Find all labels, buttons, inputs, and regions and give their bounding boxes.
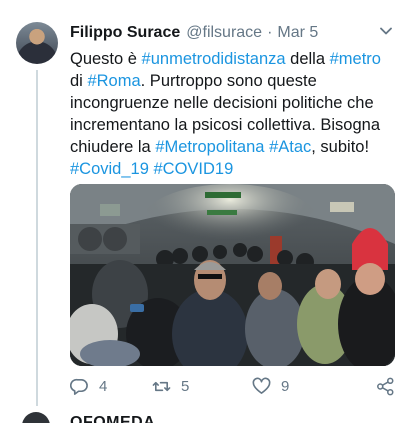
metro-photo	[70, 184, 395, 366]
chevron-down-icon[interactable]	[379, 24, 393, 38]
reply-button[interactable]: 4	[70, 377, 152, 396]
next-tweet-avatar[interactable]	[22, 412, 50, 423]
tweet-actions: 4 5 9	[70, 374, 395, 398]
hashtag-link[interactable]: #Metropolitana	[155, 138, 264, 156]
tweet-text-segment: Questo è	[70, 50, 142, 68]
author-name[interactable]: Filippo Surace	[70, 24, 180, 42]
hashtag-link[interactable]: #unmetrodidistanza	[142, 50, 286, 68]
retweet-button[interactable]: 5	[152, 377, 252, 396]
like-count: 9	[281, 377, 290, 395]
like-icon	[252, 377, 271, 394]
retweet-icon	[152, 381, 171, 391]
next-tweet-preview[interactable]: OFOMEDA	[0, 408, 411, 423]
share-button[interactable]	[376, 377, 395, 396]
hashtag-link[interactable]: #Roma	[87, 72, 140, 90]
retweet-count: 5	[181, 377, 190, 395]
hashtag-link[interactable]: #Covid_19	[70, 160, 149, 178]
hashtag-link[interactable]: #metro	[330, 50, 381, 68]
reply-count: 4	[99, 377, 108, 395]
tweet-date[interactable]: Mar 5	[277, 24, 318, 42]
hashtag-link[interactable]: #Atac	[269, 138, 311, 156]
next-tweet-author[interactable]: OFOMEDA	[70, 414, 155, 423]
share-icon	[377, 377, 394, 395]
tweet-text: Questo è #unmetrodidistanza della #metro…	[70, 48, 395, 180]
avatar[interactable]	[16, 22, 58, 64]
tweet-text-segment: di	[70, 72, 88, 90]
tweet-header: Filippo Surace @filsurace · Mar 5	[70, 22, 395, 44]
tweet-media-image[interactable]	[70, 184, 395, 366]
reply-icon	[70, 378, 88, 395]
tweet-text-segment: della	[285, 50, 330, 68]
thread-connector-line	[36, 70, 38, 406]
tweet-text-segment: , subito!	[311, 138, 370, 156]
separator-dot: ·	[267, 24, 273, 41]
hashtag-link[interactable]: #COVID19	[153, 160, 233, 178]
author-handle[interactable]: @filsurace	[186, 24, 262, 42]
tweet[interactable]: Filippo Surace @filsurace · Mar 5 Questo…	[70, 22, 395, 395]
like-button[interactable]: 9	[252, 377, 360, 396]
